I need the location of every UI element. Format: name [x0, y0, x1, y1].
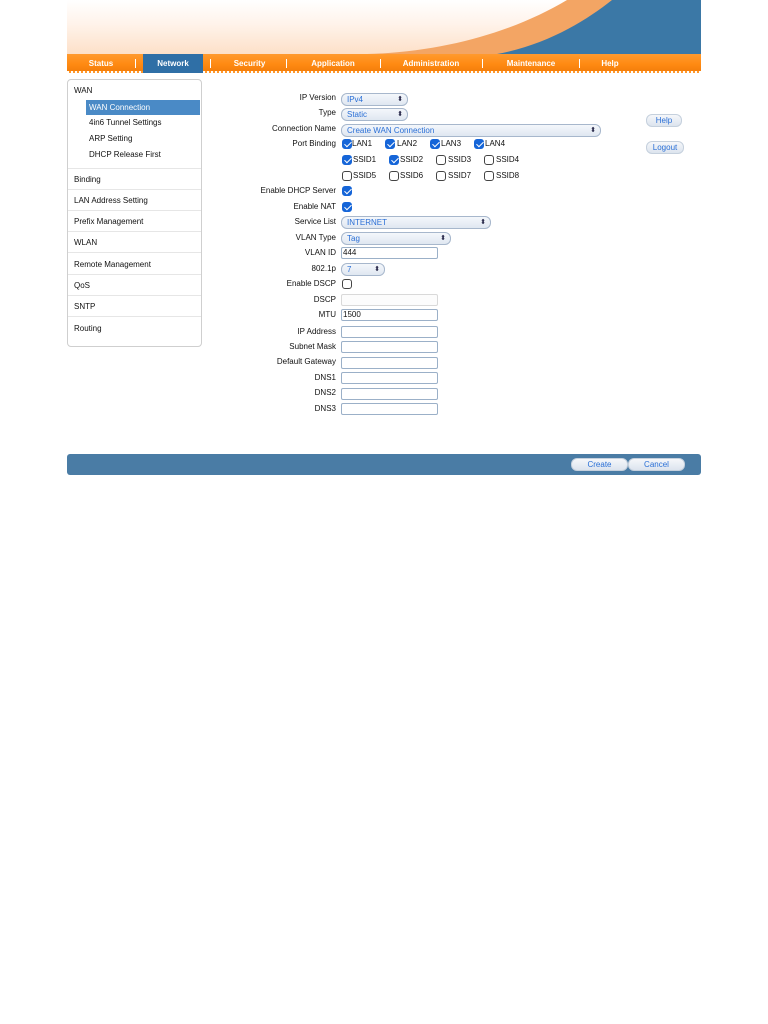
label-enable-dscp: Enable DSCP — [286, 279, 336, 288]
nav-status[interactable]: Status — [67, 54, 135, 73]
label-ip-version: IP Version — [299, 93, 336, 102]
cancel-button[interactable]: Cancel — [628, 458, 685, 471]
8021p-select[interactable]: 7 ⬍ — [341, 263, 385, 276]
nav-help[interactable]: Help — [585, 54, 635, 73]
mtu-input[interactable]: 1500 — [341, 309, 438, 321]
nav-separator — [210, 59, 211, 68]
checkbox-ssid1[interactable] — [342, 155, 352, 165]
checkbox-ssid3[interactable] — [436, 155, 446, 165]
label-ssid2: SSID2 — [400, 155, 424, 164]
create-button[interactable]: Create — [571, 458, 628, 471]
connection-name-select[interactable]: Create WAN Connection ⬍ — [341, 124, 601, 137]
checkbox-ssid4[interactable] — [484, 155, 494, 165]
nav-separator — [135, 59, 136, 68]
label-default-gateway: Default Gateway — [276, 357, 336, 366]
service-list-select[interactable]: INTERNET ⬍ — [341, 216, 491, 229]
dns1-input[interactable] — [341, 372, 438, 384]
nav-application[interactable]: Application — [294, 54, 372, 73]
top-nav: Status Network Security Application Admi… — [67, 54, 701, 73]
checkbox-lan3[interactable] — [430, 139, 440, 149]
checkbox-enable-dhcp[interactable] — [342, 186, 352, 196]
label-ssid3: SSID3 — [448, 155, 472, 164]
label-dns3: DNS3 — [314, 404, 336, 413]
type-select[interactable]: Static ⬍ — [341, 108, 408, 121]
label-lan4: LAN4 — [485, 139, 506, 148]
checkbox-ssid5[interactable] — [342, 171, 352, 181]
nav-administration[interactable]: Administration — [387, 54, 475, 73]
nav-separator — [482, 59, 483, 68]
label-service-list: Service List — [294, 217, 336, 226]
label-ssid5: SSID5 — [353, 171, 377, 180]
label-8021p: 802.1p — [311, 264, 336, 273]
checkbox-enable-nat[interactable] — [342, 202, 352, 212]
help-button[interactable]: Help — [646, 114, 682, 127]
checkbox-lan1[interactable] — [342, 139, 352, 149]
label-lan1: LAN1 — [352, 139, 373, 148]
label-connection-name: Connection Name — [271, 124, 336, 133]
nav-maintenance[interactable]: Maintenance — [489, 54, 573, 73]
label-port-binding: Port Binding — [292, 139, 336, 148]
label-ssid8: SSID8 — [496, 171, 520, 180]
default-gateway-input[interactable] — [341, 357, 438, 369]
checkbox-ssid8[interactable] — [484, 171, 494, 181]
chevron-updown-icon: ⬍ — [374, 266, 380, 273]
label-ssid1: SSID1 — [353, 155, 377, 164]
nav-separator — [579, 59, 580, 68]
chevron-updown-icon: ⬍ — [440, 235, 446, 242]
label-lan3: LAN3 — [441, 139, 462, 148]
chevron-updown-icon: ⬍ — [480, 219, 486, 226]
label-vlan-id: VLAN ID — [304, 248, 336, 257]
subnet-mask-input[interactable] — [341, 341, 438, 353]
banner-swoosh-graphic — [367, 0, 701, 54]
label-dns1: DNS1 — [314, 373, 336, 382]
label-dscp: DSCP — [313, 295, 336, 304]
label-ip-address: IP Address — [297, 327, 336, 336]
label-subnet-mask: Subnet Mask — [289, 342, 336, 351]
checkbox-lan2[interactable] — [385, 139, 395, 149]
chevron-updown-icon: ⬍ — [397, 111, 403, 118]
dns2-input[interactable] — [341, 388, 438, 400]
chevron-updown-icon: ⬍ — [590, 127, 596, 134]
checkbox-ssid6[interactable] — [389, 171, 399, 181]
vlan-id-input[interactable]: 444 — [341, 247, 438, 259]
checkbox-enable-dscp[interactable] — [342, 279, 352, 289]
router-admin-page: Status Network Security Application Admi… — [67, 0, 701, 476]
sidebar: WAN WAN Connection 4in6 Tunnel Settings … — [67, 79, 202, 347]
label-ssid4: SSID4 — [496, 155, 520, 164]
nav-separator — [380, 59, 381, 68]
checkbox-lan4[interactable] — [474, 139, 484, 149]
chevron-updown-icon: ⬍ — [397, 96, 403, 103]
label-dns2: DNS2 — [314, 388, 336, 397]
dns3-input[interactable] — [341, 403, 438, 415]
nav-network[interactable]: Network — [143, 54, 203, 73]
sidebar-sub-dhcp-release-first[interactable]: DHCP Release First — [86, 147, 200, 162]
label-ssid6: SSID6 — [400, 171, 424, 180]
nav-separator — [286, 59, 287, 68]
checkbox-ssid2[interactable] — [389, 155, 399, 165]
label-type: Type — [318, 108, 336, 117]
label-vlan-type: VLAN Type — [295, 233, 336, 242]
label-ssid7: SSID7 — [448, 171, 472, 180]
logout-button[interactable]: Logout — [646, 141, 684, 154]
header-banner — [67, 0, 701, 54]
footer-bar: Create Cancel — [67, 454, 701, 475]
label-lan2: LAN2 — [397, 139, 418, 148]
ip-version-select[interactable]: IPv4 ⬍ — [341, 93, 408, 106]
label-mtu: MTU — [318, 310, 336, 319]
label-enable-dhcp: Enable DHCP Server — [260, 186, 336, 195]
label-enable-nat: Enable NAT — [293, 202, 336, 211]
dscp-input[interactable] — [341, 294, 438, 306]
vlan-type-select[interactable]: Tag ⬍ — [341, 232, 451, 245]
nav-security[interactable]: Security — [217, 54, 282, 73]
checkbox-ssid7[interactable] — [436, 171, 446, 181]
ip-address-input[interactable] — [341, 326, 438, 338]
